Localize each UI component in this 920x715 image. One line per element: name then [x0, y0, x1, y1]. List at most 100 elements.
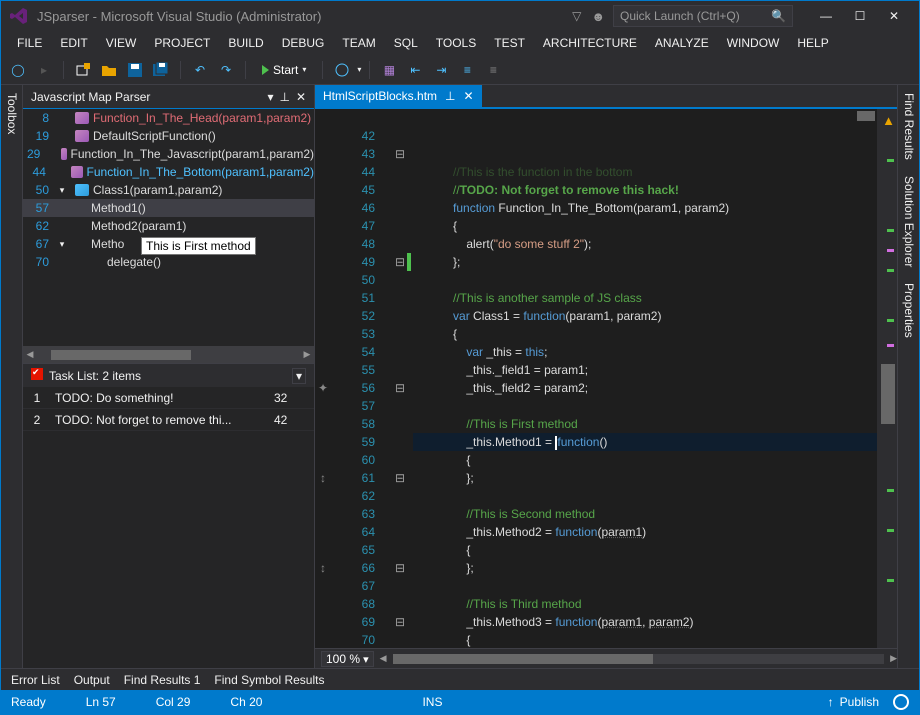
open-file-button[interactable] — [98, 59, 120, 81]
split-handle[interactable] — [857, 111, 875, 121]
code-line[interactable]: alert("do some stuff 2"); — [413, 235, 877, 253]
menu-build[interactable]: BUILD — [220, 33, 271, 53]
menu-tools[interactable]: TOOLS — [428, 33, 484, 53]
bottom-tab[interactable]: Output — [74, 673, 110, 687]
code-line[interactable] — [413, 577, 877, 595]
warning-icon: ▲ — [882, 113, 895, 128]
publish-button[interactable]: ↑ Publish — [828, 695, 879, 709]
menu-view[interactable]: VIEW — [98, 33, 145, 53]
nav-fwd-button[interactable]: ▸ — [33, 59, 55, 81]
editor-vscrollbar[interactable]: ▲ — [877, 109, 897, 648]
code-line[interactable]: _this.Method1 = function() — [413, 433, 877, 451]
uncomment-button[interactable]: ≡ — [482, 59, 504, 81]
menu-architecture[interactable]: ARCHITECTURE — [535, 33, 645, 53]
code-line[interactable]: { — [413, 217, 877, 235]
pin-icon[interactable]: ⊥ — [279, 90, 289, 104]
save-button[interactable] — [124, 59, 146, 81]
file-tab[interactable]: HtmlScriptBlocks.htm ⊥ ✕ — [315, 85, 482, 107]
class-icon — [75, 184, 89, 196]
step-config-button[interactable]: ▦ — [378, 59, 400, 81]
menu-project[interactable]: PROJECT — [146, 33, 218, 53]
code-line[interactable]: { — [413, 451, 877, 469]
close-button[interactable]: ✕ — [877, 4, 911, 28]
close-tab-icon[interactable]: ✕ — [463, 89, 473, 103]
menu-help[interactable]: HELP — [789, 33, 836, 53]
tree-item[interactable]: 44Function_In_The_Bottom(param1,param2) — [23, 163, 314, 181]
close-panel-icon[interactable]: ✕ — [296, 90, 306, 104]
pin-tab-icon[interactable]: ⊥ — [445, 89, 455, 103]
hscroll-right-icon[interactable]: ▶ — [890, 653, 897, 664]
toolbox-tab[interactable]: Toolbox — [1, 85, 23, 668]
redo-button[interactable]: ↷ — [215, 59, 237, 81]
code-line[interactable]: //This is Third method — [413, 595, 877, 613]
undo-button[interactable]: ↶ — [189, 59, 211, 81]
menu-test[interactable]: TEST — [486, 33, 533, 53]
code-line[interactable]: var _this = this; — [413, 343, 877, 361]
search-icon: 🔍 — [771, 9, 786, 23]
code-line[interactable]: _this._field2 = param2; — [413, 379, 877, 397]
menu-edit[interactable]: EDIT — [52, 33, 95, 53]
task-row[interactable]: 2TODO: Not forget to remove thi...42 — [23, 409, 314, 431]
bottom-tab[interactable]: Error List — [11, 673, 60, 687]
window-position-icon[interactable]: ▾ — [267, 90, 273, 104]
task-list-dropdown-icon[interactable]: ▾ — [292, 368, 306, 384]
tree-item[interactable]: 57Method1() — [23, 199, 314, 217]
maximize-button[interactable]: ☐ — [843, 4, 877, 28]
tree-item[interactable]: 70delegate() — [23, 253, 314, 271]
browser-select-button[interactable] — [331, 59, 353, 81]
tree-item[interactable]: 19DefaultScriptFunction() — [23, 127, 314, 145]
indent-more-button[interactable]: ⇥ — [430, 59, 452, 81]
code-line[interactable]: //This is Second method — [413, 505, 877, 523]
quick-launch-input[interactable]: Quick Launch (Ctrl+Q) 🔍 — [613, 5, 793, 27]
tree-hscrollbar[interactable]: ◀▶ — [23, 346, 314, 363]
code-line[interactable]: }; — [413, 469, 877, 487]
code-line[interactable]: var Class1 = function(param1, param2) — [413, 307, 877, 325]
code-line[interactable]: //This is the function in the bottom — [413, 163, 877, 181]
code-line[interactable]: //TODO: Not forget to remove this hack! — [413, 181, 877, 199]
feedback-icon[interactable]: ☻ — [591, 9, 605, 24]
indent-less-button[interactable]: ⇤ — [404, 59, 426, 81]
code-line[interactable]: { — [413, 631, 877, 648]
code-line[interactable]: { — [413, 325, 877, 343]
notification-icon[interactable] — [893, 694, 909, 710]
code-line[interactable]: _this._field1 = param1; — [413, 361, 877, 379]
menu-team[interactable]: TEAM — [334, 33, 383, 53]
start-debug-button[interactable]: Start ▾ — [254, 61, 314, 79]
tree-item[interactable]: 8Function_In_The_Head(param1,param2) — [23, 109, 314, 127]
code-line[interactable]: _this.Method2 = function(param1) — [413, 523, 877, 541]
new-project-button[interactable] — [72, 59, 94, 81]
code-line[interactable] — [413, 271, 877, 289]
hscroll-left-icon[interactable]: ◀ — [380, 653, 387, 664]
code-line[interactable]: function Function_In_The_Bottom(param1, … — [413, 199, 877, 217]
code-line[interactable]: }; — [413, 253, 877, 271]
code-editor[interactable]: ✦↕↕ 424344454647484950515253545556575859… — [315, 109, 897, 648]
bottom-tab[interactable]: Find Symbol Results — [214, 673, 324, 687]
flag-icon[interactable]: ▽ — [572, 9, 581, 23]
code-line[interactable]: _this.Method3 = function(param1, param2) — [413, 613, 877, 631]
bottom-tab[interactable]: Find Results 1 — [124, 673, 201, 687]
minimize-button[interactable]: — — [809, 4, 843, 28]
code-line[interactable] — [413, 487, 877, 505]
task-row[interactable]: 1TODO: Do something!32 — [23, 387, 314, 409]
zoom-dropdown[interactable]: 100 % ▾ — [321, 651, 374, 667]
code-line[interactable]: }; — [413, 559, 877, 577]
menu-file[interactable]: FILE — [9, 33, 50, 53]
side-tab[interactable]: Solution Explorer — [898, 168, 919, 275]
code-line[interactable]: { — [413, 541, 877, 559]
menu-window[interactable]: WINDOW — [719, 33, 788, 53]
menu-debug[interactable]: DEBUG — [274, 33, 333, 53]
save-all-button[interactable] — [150, 59, 172, 81]
code-line[interactable]: //This is another sample of JS class — [413, 289, 877, 307]
tree-item[interactable]: 62Method2(param1) — [23, 217, 314, 235]
tree-item[interactable]: 29Function_In_The_Javascript(param1,para… — [23, 145, 314, 163]
side-tab[interactable]: Find Results — [898, 85, 919, 168]
menu-analyze[interactable]: ANALYZE — [647, 33, 717, 53]
tree-item[interactable]: 50▾Class1(param1,param2) — [23, 181, 314, 199]
code-line[interactable]: //This is First method — [413, 415, 877, 433]
nav-back-button[interactable]: ◯ — [7, 59, 29, 81]
side-tab[interactable]: Properties — [898, 275, 919, 346]
comment-button[interactable]: ≡ — [456, 59, 478, 81]
menu-sql[interactable]: SQL — [386, 33, 426, 53]
code-line[interactable] — [413, 397, 877, 415]
function-tree[interactable]: 8Function_In_The_Head(param1,param2)19De… — [23, 109, 314, 346]
